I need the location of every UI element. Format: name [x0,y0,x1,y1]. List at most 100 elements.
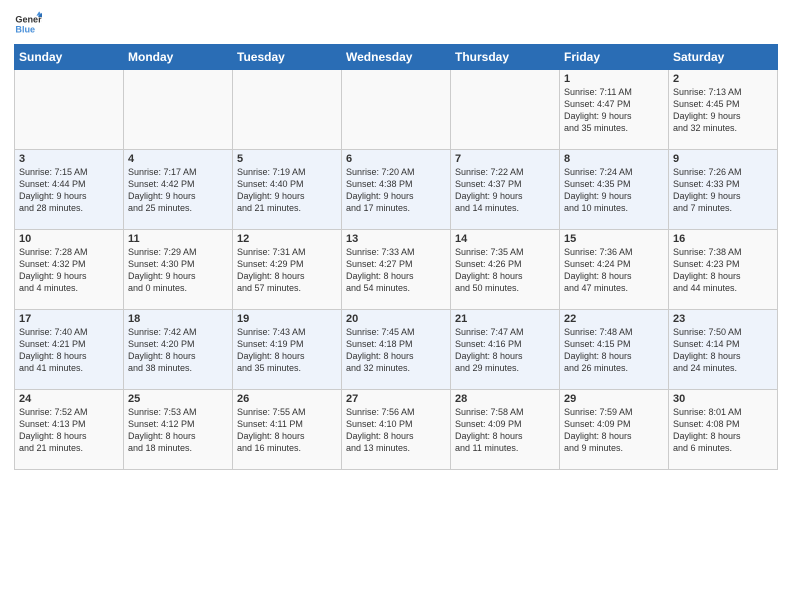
calendar-cell: 27Sunrise: 7:56 AM Sunset: 4:10 PM Dayli… [342,390,451,470]
day-number: 1 [564,73,664,85]
day-header-friday: Friday [560,45,669,70]
day-info: Sunrise: 7:19 AM Sunset: 4:40 PM Dayligh… [237,166,337,215]
day-number: 14 [455,233,555,245]
header: General Blue [14,10,778,38]
calendar-week-5: 24Sunrise: 7:52 AM Sunset: 4:13 PM Dayli… [15,390,778,470]
svg-text:General: General [15,15,42,25]
calendar-week-2: 3Sunrise: 7:15 AM Sunset: 4:44 PM Daylig… [15,150,778,230]
calendar-cell: 21Sunrise: 7:47 AM Sunset: 4:16 PM Dayli… [451,310,560,390]
calendar-cell: 30Sunrise: 8:01 AM Sunset: 4:08 PM Dayli… [669,390,778,470]
day-info: Sunrise: 7:42 AM Sunset: 4:20 PM Dayligh… [128,326,228,375]
logo: General Blue [14,10,42,38]
day-number: 16 [673,233,773,245]
calendar-cell: 8Sunrise: 7:24 AM Sunset: 4:35 PM Daylig… [560,150,669,230]
day-number: 15 [564,233,664,245]
calendar-cell [451,70,560,150]
logo-icon: General Blue [14,10,42,38]
day-header-monday: Monday [124,45,233,70]
day-number: 26 [237,393,337,405]
calendar-cell: 25Sunrise: 7:53 AM Sunset: 4:12 PM Dayli… [124,390,233,470]
calendar-cell: 26Sunrise: 7:55 AM Sunset: 4:11 PM Dayli… [233,390,342,470]
calendar-cell: 5Sunrise: 7:19 AM Sunset: 4:40 PM Daylig… [233,150,342,230]
day-info: Sunrise: 7:20 AM Sunset: 4:38 PM Dayligh… [346,166,446,215]
day-number: 10 [19,233,119,245]
calendar-cell [124,70,233,150]
calendar-cell: 10Sunrise: 7:28 AM Sunset: 4:32 PM Dayli… [15,230,124,310]
day-info: Sunrise: 7:55 AM Sunset: 4:11 PM Dayligh… [237,406,337,455]
day-number: 25 [128,393,228,405]
day-number: 9 [673,153,773,165]
calendar-cell: 4Sunrise: 7:17 AM Sunset: 4:42 PM Daylig… [124,150,233,230]
calendar-cell [15,70,124,150]
calendar-cell: 20Sunrise: 7:45 AM Sunset: 4:18 PM Dayli… [342,310,451,390]
day-info: Sunrise: 7:45 AM Sunset: 4:18 PM Dayligh… [346,326,446,375]
calendar-cell: 16Sunrise: 7:38 AM Sunset: 4:23 PM Dayli… [669,230,778,310]
day-info: Sunrise: 7:47 AM Sunset: 4:16 PM Dayligh… [455,326,555,375]
day-info: Sunrise: 8:01 AM Sunset: 4:08 PM Dayligh… [673,406,773,455]
day-number: 17 [19,313,119,325]
day-info: Sunrise: 7:56 AM Sunset: 4:10 PM Dayligh… [346,406,446,455]
calendar-cell: 9Sunrise: 7:26 AM Sunset: 4:33 PM Daylig… [669,150,778,230]
calendar-cell: 19Sunrise: 7:43 AM Sunset: 4:19 PM Dayli… [233,310,342,390]
day-header-saturday: Saturday [669,45,778,70]
main-container: General Blue SundayMondayTuesdayWednesda… [0,0,792,476]
calendar-week-3: 10Sunrise: 7:28 AM Sunset: 4:32 PM Dayli… [15,230,778,310]
day-info: Sunrise: 7:35 AM Sunset: 4:26 PM Dayligh… [455,246,555,295]
calendar-cell: 22Sunrise: 7:48 AM Sunset: 4:15 PM Dayli… [560,310,669,390]
day-number: 22 [564,313,664,325]
day-info: Sunrise: 7:13 AM Sunset: 4:45 PM Dayligh… [673,86,773,135]
day-number: 5 [237,153,337,165]
day-number: 11 [128,233,228,245]
day-info: Sunrise: 7:11 AM Sunset: 4:47 PM Dayligh… [564,86,664,135]
day-info: Sunrise: 7:17 AM Sunset: 4:42 PM Dayligh… [128,166,228,215]
day-number: 30 [673,393,773,405]
day-info: Sunrise: 7:48 AM Sunset: 4:15 PM Dayligh… [564,326,664,375]
calendar-cell [342,70,451,150]
day-number: 2 [673,73,773,85]
day-number: 12 [237,233,337,245]
day-header-tuesday: Tuesday [233,45,342,70]
calendar-cell: 13Sunrise: 7:33 AM Sunset: 4:27 PM Dayli… [342,230,451,310]
day-number: 23 [673,313,773,325]
calendar-cell: 3Sunrise: 7:15 AM Sunset: 4:44 PM Daylig… [15,150,124,230]
calendar-cell: 18Sunrise: 7:42 AM Sunset: 4:20 PM Dayli… [124,310,233,390]
day-info: Sunrise: 7:31 AM Sunset: 4:29 PM Dayligh… [237,246,337,295]
calendar-cell: 11Sunrise: 7:29 AM Sunset: 4:30 PM Dayli… [124,230,233,310]
day-number: 7 [455,153,555,165]
svg-text:Blue: Blue [15,24,35,34]
day-info: Sunrise: 7:38 AM Sunset: 4:23 PM Dayligh… [673,246,773,295]
day-info: Sunrise: 7:24 AM Sunset: 4:35 PM Dayligh… [564,166,664,215]
day-number: 24 [19,393,119,405]
day-number: 4 [128,153,228,165]
day-number: 28 [455,393,555,405]
calendar-cell: 2Sunrise: 7:13 AM Sunset: 4:45 PM Daylig… [669,70,778,150]
day-number: 6 [346,153,446,165]
day-number: 29 [564,393,664,405]
day-number: 21 [455,313,555,325]
day-info: Sunrise: 7:40 AM Sunset: 4:21 PM Dayligh… [19,326,119,375]
calendar-cell: 24Sunrise: 7:52 AM Sunset: 4:13 PM Dayli… [15,390,124,470]
day-info: Sunrise: 7:28 AM Sunset: 4:32 PM Dayligh… [19,246,119,295]
calendar-cell: 7Sunrise: 7:22 AM Sunset: 4:37 PM Daylig… [451,150,560,230]
day-header-thursday: Thursday [451,45,560,70]
calendar-cell: 12Sunrise: 7:31 AM Sunset: 4:29 PM Dayli… [233,230,342,310]
calendar-week-1: 1Sunrise: 7:11 AM Sunset: 4:47 PM Daylig… [15,70,778,150]
calendar-cell: 14Sunrise: 7:35 AM Sunset: 4:26 PM Dayli… [451,230,560,310]
day-info: Sunrise: 7:59 AM Sunset: 4:09 PM Dayligh… [564,406,664,455]
calendar-cell: 6Sunrise: 7:20 AM Sunset: 4:38 PM Daylig… [342,150,451,230]
calendar-cell: 28Sunrise: 7:58 AM Sunset: 4:09 PM Dayli… [451,390,560,470]
day-number: 18 [128,313,228,325]
calendar-cell: 1Sunrise: 7:11 AM Sunset: 4:47 PM Daylig… [560,70,669,150]
calendar-cell: 15Sunrise: 7:36 AM Sunset: 4:24 PM Dayli… [560,230,669,310]
day-number: 8 [564,153,664,165]
day-number: 3 [19,153,119,165]
day-number: 13 [346,233,446,245]
day-header-sunday: Sunday [15,45,124,70]
day-info: Sunrise: 7:58 AM Sunset: 4:09 PM Dayligh… [455,406,555,455]
calendar-header-row: SundayMondayTuesdayWednesdayThursdayFrid… [15,45,778,70]
calendar-cell: 29Sunrise: 7:59 AM Sunset: 4:09 PM Dayli… [560,390,669,470]
day-info: Sunrise: 7:36 AM Sunset: 4:24 PM Dayligh… [564,246,664,295]
day-info: Sunrise: 7:26 AM Sunset: 4:33 PM Dayligh… [673,166,773,215]
day-info: Sunrise: 7:33 AM Sunset: 4:27 PM Dayligh… [346,246,446,295]
day-info: Sunrise: 7:43 AM Sunset: 4:19 PM Dayligh… [237,326,337,375]
